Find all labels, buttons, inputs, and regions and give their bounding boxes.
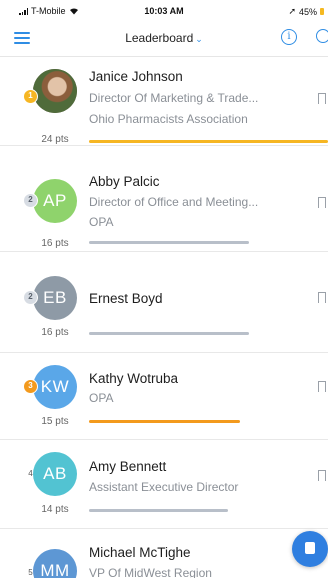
points-label: 24 pts: [41, 134, 69, 145]
progress-bar: [89, 420, 328, 423]
search-icon[interactable]: [316, 29, 328, 43]
progress-fill: [89, 332, 250, 335]
progress-bar: [89, 241, 328, 244]
progress-bar: [89, 332, 328, 335]
bookmark-icon[interactable]: [318, 93, 326, 104]
bookmark-icon[interactable]: [318, 381, 326, 392]
leaderboard-row[interactable]: KW 3 15 pts Kathy Wotruba OPA: [0, 353, 328, 440]
leader-title: VP Of MidWest Region: [89, 566, 212, 578]
location-arrow-icon: ➚: [288, 6, 296, 16]
avatar: AP: [33, 179, 77, 223]
progress-bar: [89, 140, 328, 143]
avatar: [33, 69, 77, 113]
leader-name: Ernest Boyd: [89, 291, 163, 306]
leader-title: Director of Office and Meeting...: [89, 195, 259, 209]
rank-badge: 1: [23, 89, 38, 104]
points-label: 14 pts: [41, 504, 69, 515]
bookmark-icon[interactable]: [318, 470, 326, 481]
avatar: EB: [33, 276, 77, 320]
leader-name: Kathy Wotruba: [89, 371, 179, 386]
leader-organization: Ohio Pharmacists Association: [89, 112, 248, 126]
page-title: Leaderboard: [125, 31, 194, 45]
rank-badge: 2: [23, 193, 38, 208]
nav-bar: Leaderboard ⌄ i: [0, 22, 328, 57]
bookmark-icon[interactable]: [318, 197, 326, 208]
leader-name: Abby Palcic: [89, 174, 160, 189]
progress-bar: [89, 509, 328, 512]
avatar: KW: [33, 365, 77, 409]
bookmark-icon[interactable]: [318, 292, 326, 303]
leaderboard-row[interactable]: AP 2 16 pts Abby Palcic Director of Offi…: [0, 163, 328, 252]
leader-organization: OPA: [89, 391, 114, 405]
chat-icon: [305, 542, 315, 554]
leaderboard-row[interactable]: 1 24 pts Janice Johnson Director Of Mark…: [0, 57, 328, 146]
progress-fill: [89, 509, 228, 512]
rank-badge: 2: [23, 290, 38, 305]
points-label: 16 pts: [41, 327, 69, 338]
battery-percent: 45%: [298, 6, 317, 17]
rank-badge: 3: [23, 379, 38, 394]
leaderboard-row[interactable]: EB 2 16 pts Ernest Boyd: [0, 268, 328, 353]
leaderboard-row[interactable]: MM 5 Michael McTighe VP Of MidWest Regio…: [0, 529, 328, 578]
leader-title: Assistant Executive Director: [89, 480, 239, 494]
progress-fill: [89, 241, 250, 244]
leaderboard-dropdown[interactable]: Leaderboard ⌄: [0, 31, 328, 45]
avatar: MM: [33, 549, 77, 578]
avatar: AB: [33, 452, 77, 496]
rank-badge: 5: [28, 568, 33, 577]
status-bar: T-Mobile 10:03 AM ➚ 45%: [0, 0, 328, 22]
rank-badge: 4: [28, 469, 33, 478]
leader-name: Michael McTighe: [89, 545, 191, 560]
leader-name: Janice Johnson: [89, 69, 183, 84]
leaderboard-screen: T-Mobile 10:03 AM ➚ 45% Leaderboard ⌄ i 1…: [0, 0, 328, 578]
leader-organization: OPA: [89, 215, 114, 229]
leaderboard-row[interactable]: AB 4 14 pts Amy Bennett Assistant Execut…: [0, 440, 328, 529]
status-time: 10:03 AM: [144, 6, 184, 16]
points-label: 15 pts: [41, 416, 69, 427]
battery-icon: [320, 8, 324, 15]
chat-button[interactable]: [292, 531, 328, 567]
points-label: 16 pts: [41, 238, 69, 249]
leader-title: Director Of Marketing & Trade...: [89, 91, 259, 105]
progress-fill: [89, 140, 328, 143]
leader-name: Amy Bennett: [89, 459, 167, 474]
chevron-down-icon: ⌄: [195, 34, 203, 44]
battery-status: ➚ 45%: [288, 6, 324, 17]
info-icon[interactable]: i: [281, 29, 297, 45]
progress-fill: [89, 420, 240, 423]
